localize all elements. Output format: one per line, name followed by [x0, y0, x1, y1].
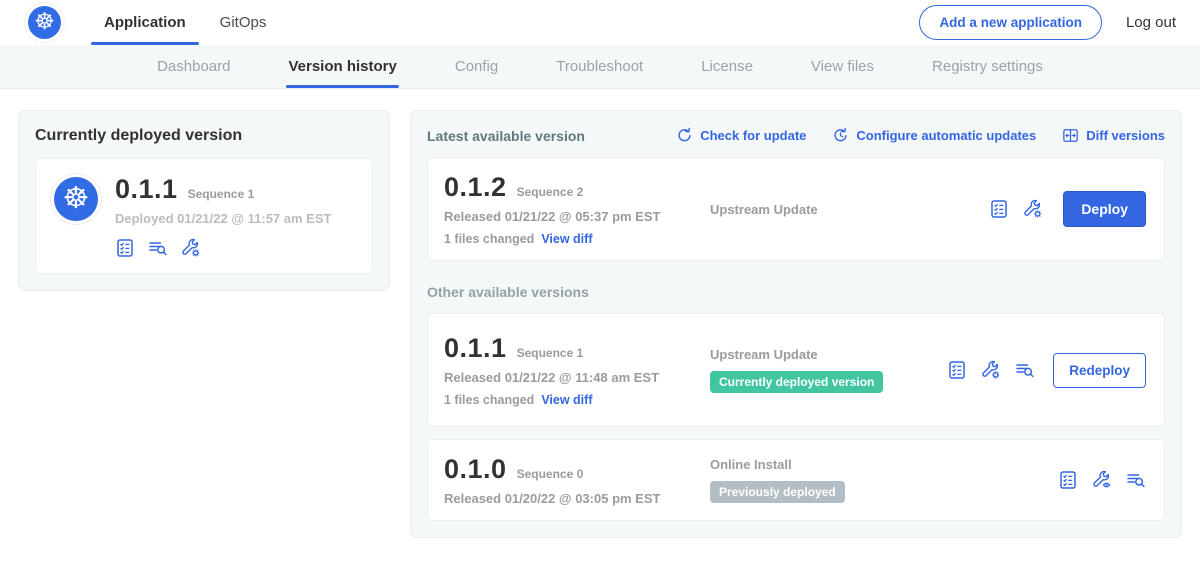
- refresh-icon: [676, 127, 693, 144]
- deployed-version-number: 0.1.1: [115, 174, 178, 205]
- version-source-label: Upstream Update: [710, 347, 947, 362]
- subnav-label: Config: [455, 58, 498, 75]
- check-for-update-link[interactable]: Check for update: [676, 127, 806, 144]
- sequence-label: Sequence 2: [517, 185, 584, 199]
- diff-versions-link[interactable]: Diff versions: [1062, 127, 1165, 144]
- deploy-button[interactable]: Deploy: [1063, 191, 1146, 227]
- subnav-item-config[interactable]: Config: [455, 45, 498, 88]
- diff-icon: [1062, 127, 1079, 144]
- edit-config-icon[interactable]: [1023, 199, 1043, 219]
- preflight-checks-icon[interactable]: [947, 360, 967, 380]
- subnav-label: License: [701, 58, 753, 75]
- top-nav-right: Add a new application Log out: [919, 5, 1176, 40]
- edit-config-icon[interactable]: [981, 360, 1001, 380]
- subnav-item-view-files[interactable]: View files: [811, 45, 874, 88]
- version-number: 0.1.1: [444, 333, 507, 364]
- subnav-item-registry-settings[interactable]: Registry settings: [932, 45, 1043, 88]
- subnav-label: Version history: [288, 58, 396, 75]
- released-timestamp: Released 01/21/22 @ 05:37 pm EST: [444, 209, 696, 224]
- files-changed-label: 1 files changed: [444, 232, 534, 246]
- sequence-label: Sequence 1: [517, 346, 584, 360]
- main-content: Currently deployed version ☸ 0.1.1 Seque…: [0, 89, 1200, 538]
- tab-application-label: Application: [104, 14, 186, 31]
- edit-config-icon[interactable]: [181, 238, 201, 258]
- version-history-panel: Latest available version Check for updat…: [410, 110, 1182, 538]
- deployed-panel-title: Currently deployed version: [35, 127, 373, 145]
- tab-gitops-label: GitOps: [220, 14, 267, 31]
- preflight-checks-icon[interactable]: [989, 199, 1009, 219]
- deployed-sequence-label: Sequence 1: [188, 187, 255, 201]
- diff-versions-label: Diff versions: [1086, 128, 1165, 143]
- version-card-0-1-2: 0.1.2 Sequence 2 Released 01/21/22 @ 05:…: [427, 157, 1165, 261]
- view-config-icon[interactable]: [1092, 470, 1112, 490]
- configure-automatic-updates-label: Configure automatic updates: [856, 128, 1036, 143]
- version-card-0-1-0: 0.1.0 Sequence 0 Released 01/20/22 @ 03:…: [427, 439, 1165, 521]
- check-for-update-label: Check for update: [700, 128, 806, 143]
- subnav-label: Dashboard: [157, 58, 230, 75]
- redeploy-button[interactable]: Redeploy: [1053, 353, 1146, 388]
- other-available-title: Other available versions: [427, 284, 1165, 300]
- currently-deployed-badge: Currently deployed version: [710, 371, 883, 393]
- subnav-label: View files: [811, 58, 874, 75]
- view-diff-link[interactable]: View diff: [541, 232, 592, 246]
- deploy-logs-icon[interactable]: [1015, 360, 1035, 380]
- subnav-item-dashboard[interactable]: Dashboard: [157, 45, 230, 88]
- subnav-item-license[interactable]: License: [701, 45, 753, 88]
- latest-available-title: Latest available version: [427, 128, 585, 144]
- released-timestamp: Released 01/20/22 @ 03:05 pm EST: [444, 491, 696, 506]
- tab-application[interactable]: Application: [87, 0, 203, 45]
- deployed-version-card: ☸ 0.1.1 Sequence 1 Deployed 01/21/22 @ 1…: [35, 158, 373, 274]
- previously-deployed-badge: Previously deployed: [710, 481, 845, 503]
- version-number: 0.1.0: [444, 454, 507, 485]
- subnav-item-version-history[interactable]: Version history: [288, 45, 396, 88]
- view-diff-link[interactable]: View diff: [541, 393, 592, 407]
- deploy-logs-icon[interactable]: [1126, 470, 1146, 490]
- deployed-timestamp: Deployed 01/21/22 @ 11:57 am EST: [115, 211, 331, 226]
- preflight-checks-icon[interactable]: [1058, 470, 1078, 490]
- currently-deployed-panel: Currently deployed version ☸ 0.1.1 Seque…: [18, 110, 390, 291]
- files-changed-label: 1 files changed: [444, 393, 534, 407]
- released-timestamp: Released 01/21/22 @ 11:48 am EST: [444, 370, 696, 385]
- top-nav: ☸ Application GitOps Add a new applicati…: [0, 0, 1200, 45]
- app-kubernetes-icon: ☸: [54, 177, 98, 221]
- version-card-0-1-1: 0.1.1 Sequence 1 Released 01/21/22 @ 11:…: [427, 313, 1165, 427]
- subnav-label: Registry settings: [932, 58, 1043, 75]
- sequence-label: Sequence 0: [517, 467, 584, 481]
- top-tabs: Application GitOps: [87, 0, 283, 45]
- logout-link[interactable]: Log out: [1126, 14, 1176, 31]
- tab-gitops[interactable]: GitOps: [203, 0, 284, 45]
- version-number: 0.1.2: [444, 172, 507, 203]
- kubernetes-logo-icon[interactable]: ☸: [28, 6, 61, 39]
- app-subnav: Dashboard Version history Config Trouble…: [0, 45, 1200, 89]
- configure-automatic-updates-link[interactable]: Configure automatic updates: [832, 127, 1036, 144]
- deploy-logs-icon[interactable]: [148, 238, 168, 258]
- preflight-checks-icon[interactable]: [115, 238, 135, 258]
- subnav-item-troubleshoot[interactable]: Troubleshoot: [556, 45, 643, 88]
- subnav-label: Troubleshoot: [556, 58, 643, 75]
- version-source-label: Online Install: [710, 457, 1058, 472]
- add-application-button[interactable]: Add a new application: [919, 5, 1102, 40]
- auto-update-icon: [832, 127, 849, 144]
- version-source-label: Upstream Update: [710, 202, 989, 217]
